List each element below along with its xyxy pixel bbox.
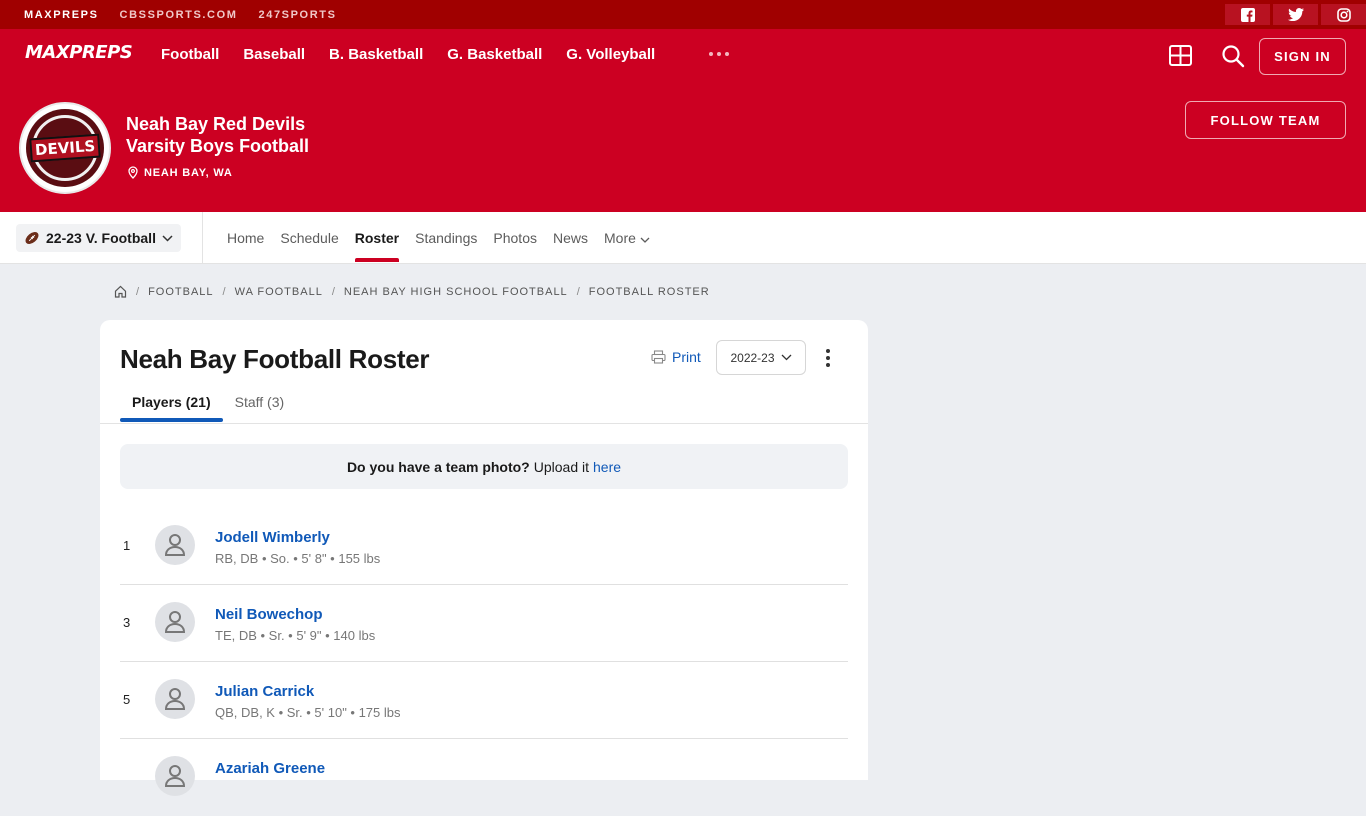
instagram-button[interactable] [1321, 4, 1366, 25]
player-row: 3 Neil Bowechop TE, DB • Sr. • 5' 9" • 1… [120, 585, 848, 662]
team-logo-text: DEVILS [29, 133, 101, 163]
year-select[interactable]: 2022-23 [716, 340, 806, 375]
nav-boys-basketball[interactable]: B. Basketball [329, 46, 423, 63]
nav-girls-volleyball[interactable]: G. Volleyball [566, 46, 655, 63]
team-location: NEAH BAY, WA [128, 166, 233, 179]
facebook-icon [1240, 7, 1255, 22]
tab-photos[interactable]: Photos [493, 230, 537, 246]
breadcrumb-football[interactable]: FOOTBALL [148, 286, 213, 298]
apps-grid-icon[interactable] [1169, 45, 1192, 66]
maxpreps-link[interactable]: MAXPREPS [24, 9, 99, 21]
nav-football[interactable]: Football [161, 46, 219, 63]
player-name-link[interactable]: Julian Carrick [215, 683, 314, 700]
tab-news[interactable]: News [553, 230, 588, 246]
user-icon [164, 611, 186, 633]
player-name-link[interactable]: Azariah Greene [215, 760, 325, 777]
home-icon[interactable] [114, 285, 127, 298]
tab-standings[interactable]: Standings [415, 230, 477, 246]
upload-photo-link[interactable]: here [593, 459, 621, 475]
tab-staff[interactable]: Staff (3) [223, 394, 297, 422]
breadcrumb: / FOOTBALL / WA FOOTBALL / NEAH BAY HIGH… [114, 285, 710, 298]
twitter-icon [1287, 8, 1304, 21]
photo-prompt-question: Do you have a team photo? [346, 458, 530, 475]
player-details: TE, DB • Sr. • 5' 9" • 140 lbs [215, 628, 376, 643]
user-icon [164, 688, 186, 710]
page-title: Neah Bay Football Roster [120, 344, 430, 374]
team-subnav: 22-23 V. Football Home Schedule Roster S… [0, 212, 1366, 264]
brand-links: MAXPREPS CBSSPORTS.COM 247SPORTS [24, 9, 337, 21]
follow-team-button[interactable]: FOLLOW TEAM [1185, 101, 1346, 139]
year-value: 2022-23 [730, 350, 775, 365]
player-number: 1 [123, 538, 131, 553]
chevron-down-icon [781, 354, 791, 361]
team-name-line1: Neah Bay Red Devils [126, 114, 306, 134]
avatar[interactable] [155, 525, 195, 565]
photo-prompt-text: Upload it [533, 458, 590, 475]
search-icon[interactable] [1221, 44, 1245, 68]
print-button[interactable]: Print [651, 349, 701, 365]
printer-icon [651, 350, 666, 364]
sports-menu: Football Baseball B. Basketball G. Baske… [161, 46, 655, 63]
player-row: Azariah Greene [120, 739, 848, 816]
tab-more[interactable]: More [604, 230, 650, 246]
player-name-link[interactable]: Jodell Wimberly [215, 529, 330, 546]
breadcrumb-wa-football[interactable]: WA FOOTBALL [235, 286, 323, 298]
breadcrumb-school-football[interactable]: NEAH BAY HIGH SCHOOL FOOTBALL [344, 286, 568, 298]
team-name-line2: Varsity Boys Football [126, 136, 310, 156]
player-row: 1 Jodell Wimberly RB, DB • So. • 5' 8" •… [120, 508, 848, 585]
player-name-link[interactable]: Neil Bowechop [215, 606, 323, 623]
maxpreps-logo[interactable]: MAXPREPS [25, 42, 133, 63]
tab-schedule[interactable]: Schedule [280, 230, 338, 246]
avatar[interactable] [155, 679, 195, 719]
player-number: 5 [123, 692, 131, 707]
cbssports-link[interactable]: CBSSPORTS.COM [120, 9, 238, 21]
tab-more-label: More [604, 230, 636, 246]
print-label: Print [672, 349, 701, 365]
divider [202, 212, 203, 264]
football-icon [25, 232, 39, 244]
chevron-down-icon [640, 237, 650, 243]
avatar[interactable] [155, 756, 195, 796]
nav-girls-basketball[interactable]: G. Basketball [447, 46, 542, 63]
sign-in-button[interactable]: SIGN IN [1259, 38, 1346, 75]
location-text: NEAH BAY, WA [144, 166, 233, 179]
team-photo-prompt: Do you have a team photo? Upload it here [120, 444, 848, 489]
player-number: 3 [123, 615, 131, 630]
logo-text: MAXPREPS [25, 42, 133, 63]
tab-home[interactable]: Home [227, 230, 264, 246]
tabs-divider [100, 423, 868, 424]
main-nav: MAXPREPS Football Baseball B. Basketball… [0, 29, 1366, 83]
breadcrumb-roster: FOOTBALL ROSTER [588, 285, 710, 298]
location-pin-icon [128, 166, 138, 179]
247sports-link[interactable]: 247SPORTS [259, 9, 337, 21]
twitter-button[interactable] [1273, 4, 1318, 25]
player-details: RB, DB • So. • 5' 8" • 155 lbs [215, 551, 381, 566]
facebook-button[interactable] [1225, 4, 1270, 25]
chevron-down-icon [162, 234, 173, 242]
team-name: Neah Bay Red Devils Varsity Boys Footbal… [126, 113, 309, 157]
social-links [1225, 4, 1366, 25]
roster-card: Neah Bay Football Roster Print 2022-23 P… [100, 320, 868, 796]
season-selector[interactable]: 22-23 V. Football [16, 224, 181, 252]
nav-baseball[interactable]: Baseball [243, 46, 305, 63]
instagram-icon [1336, 7, 1351, 22]
player-row: 5 Julian Carrick QB, DB, K • Sr. • 5' 10… [120, 662, 848, 739]
player-list: 1 Jodell Wimberly RB, DB • So. • 5' 8" •… [120, 508, 848, 816]
team-tabs: Home Schedule Roster Standings Photos Ne… [227, 230, 650, 262]
utility-bar: MAXPREPS CBSSPORTS.COM 247SPORTS [0, 0, 1366, 29]
roster-tabs: Players (21) Staff (3) [120, 394, 296, 422]
season-label: 22-23 V. Football [46, 230, 156, 246]
more-options-icon[interactable] [826, 349, 830, 367]
avatar[interactable] [155, 602, 195, 642]
tab-players[interactable]: Players (21) [120, 394, 223, 422]
tab-roster[interactable]: Roster [354, 230, 400, 262]
team-header: DEVILS Neah Bay Red Devils Varsity Boys … [0, 83, 1366, 212]
team-logo: DEVILS [19, 102, 111, 194]
user-icon [164, 534, 186, 556]
more-sports-icon[interactable] [709, 52, 729, 56]
player-details: QB, DB, K • Sr. • 5' 10" • 175 lbs [215, 705, 401, 720]
